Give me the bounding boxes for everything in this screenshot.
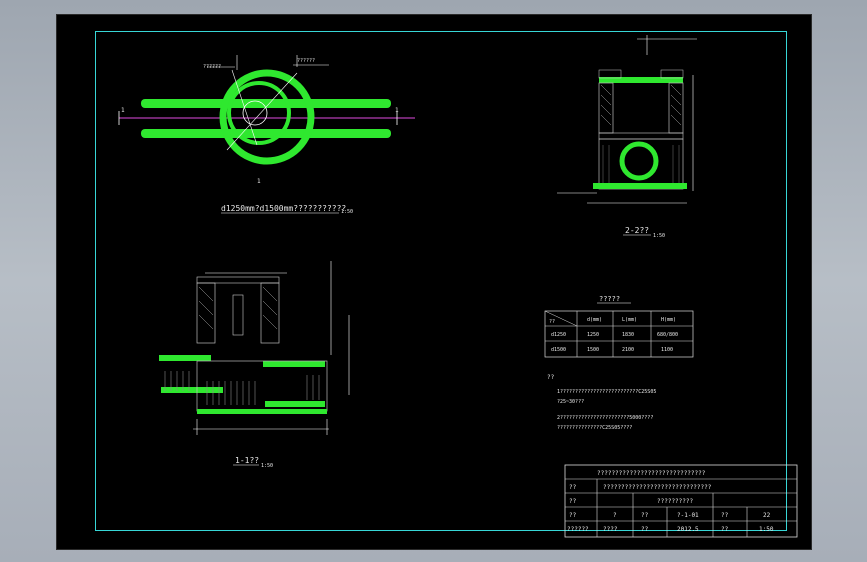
title-block-cell: ?? xyxy=(721,512,729,519)
title-block-cell: 22 xyxy=(763,512,771,519)
table-cell: 1500 xyxy=(587,347,599,353)
title-block-cell: ?? xyxy=(569,512,577,519)
table-cell: 1830 xyxy=(622,332,634,338)
notes: ?? 1??????????????????????????C25S05 ?25… xyxy=(547,374,656,431)
section-pipe-circle xyxy=(619,141,659,181)
dimension-table: ????? ?? d(mm) L(mm) H(mm) d1250 1250 18… xyxy=(544,295,694,358)
pipe-upper xyxy=(141,99,391,108)
manhole-outer-ring xyxy=(219,69,315,165)
plan-callout-left: ?????? xyxy=(203,64,221,70)
table-header-2: L(mm) xyxy=(622,317,637,323)
section-2-2-title: 2-2?? xyxy=(625,226,649,235)
title-block-cell: ?????? xyxy=(567,526,589,533)
note-line-1: ?25~30??? xyxy=(557,399,584,405)
title-block: ?????????????????????????????? ?? ??????… xyxy=(564,464,798,538)
table-cell: d1500 xyxy=(551,347,566,353)
section-1-1-scale: 1:50 xyxy=(261,463,273,469)
table-header-0: ?? xyxy=(549,319,555,325)
title-block-cell: ?????????????????????????????? xyxy=(603,484,712,491)
table-cell: d1250 xyxy=(551,332,566,338)
title-block-cell: ? xyxy=(613,512,617,519)
title-block-cell: ?-1-01 xyxy=(677,512,699,519)
table-header-3: H(mm) xyxy=(661,317,676,323)
title-block-cell: ?? xyxy=(569,498,577,505)
title-block-cell: ?????????? xyxy=(657,498,694,505)
title-block-cell: 1:50 xyxy=(759,526,774,533)
note-line-2: 2???????????????????????5000???? xyxy=(557,415,653,421)
notes-title: ?? xyxy=(547,374,555,381)
section-mark-left: 1 xyxy=(121,107,125,114)
title-block-cell: ?? xyxy=(569,484,577,491)
section-2-2: 2-2?? 1:50 xyxy=(557,35,697,239)
title-block-cell: ???? xyxy=(603,526,618,533)
table-title: ????? xyxy=(599,295,620,303)
section-mark-right: 1 xyxy=(395,107,399,114)
table-cell: 680/800 xyxy=(657,332,678,338)
section-2-2-scale: 1:50 xyxy=(653,233,665,239)
pipe-lower xyxy=(141,129,391,138)
table-header-1: d(mm) xyxy=(587,317,602,323)
table-cell: 2100 xyxy=(622,347,634,353)
plan-view: ?????? ?????? 1 1 1 d1250mm?d1500mm?????… xyxy=(118,55,415,215)
plan-view-scale: 1:50 xyxy=(341,209,353,215)
note-line-3: ???????????????C25S05???? xyxy=(557,425,632,431)
cad-drawing: ?????? ?????? 1 1 1 d1250mm?d1500mm?????… xyxy=(118,35,798,538)
plan-label-mark: 1 xyxy=(257,178,261,185)
plan-view-title: d1250mm?d1500mm??????????? xyxy=(221,204,346,213)
section-1-1-title: 1-1?? xyxy=(235,456,259,465)
cad-viewport[interactable]: ?????? ?????? 1 1 1 d1250mm?d1500mm?????… xyxy=(56,14,812,550)
plan-callout-right: ?????? xyxy=(297,58,315,64)
table-cell: 1250 xyxy=(587,332,599,338)
title-block-cell: 2012.5 xyxy=(677,526,699,533)
title-block-cell: ?? xyxy=(641,512,649,519)
note-line-0: 1??????????????????????????C25S05 xyxy=(557,389,656,395)
section-1-1: 1-1?? 1:50 xyxy=(159,261,350,469)
title-block-header: ?????????????????????????????? xyxy=(597,470,706,477)
title-block-cell: ?? xyxy=(641,526,649,533)
title-block-cell: ?? xyxy=(721,526,729,533)
table-cell: 1100 xyxy=(661,347,673,353)
